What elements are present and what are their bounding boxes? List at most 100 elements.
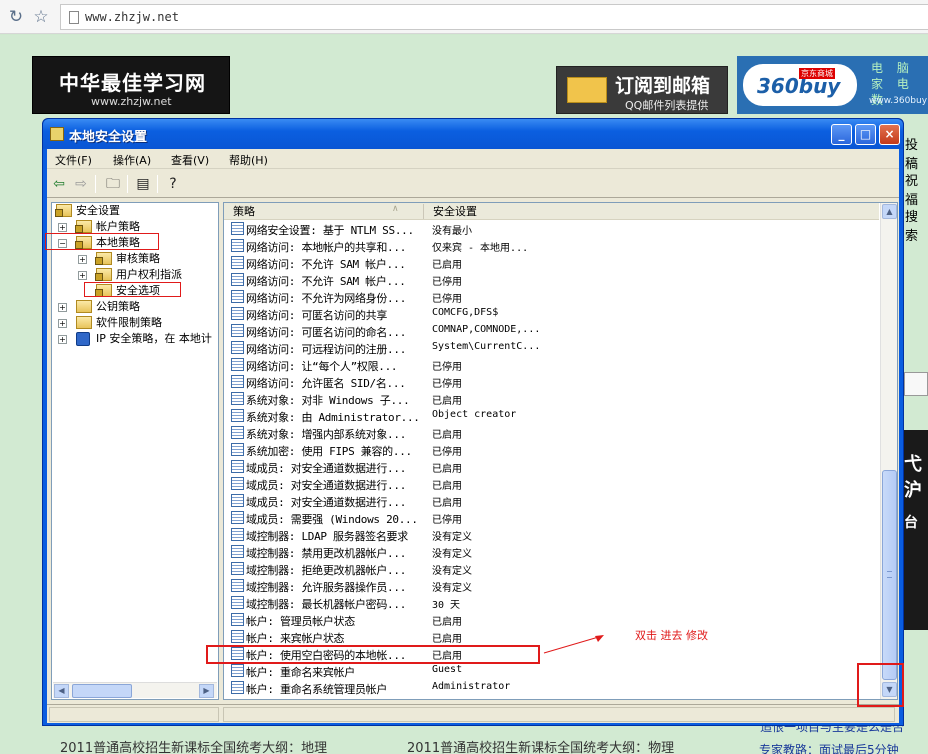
bookmark-star-icon[interactable]: ☆: [31, 7, 51, 27]
policy-name: 网络访问: 可匿名访问的命名...: [246, 326, 407, 339]
policy-name: 帐户: 管理员帐户状态: [246, 615, 355, 628]
menu-file[interactable]: 文件(F): [55, 152, 92, 168]
policy-name: 域控制器: 禁用更改机器帐户...: [246, 547, 407, 560]
policy-icon: [231, 273, 244, 286]
policy-icon: [231, 613, 244, 626]
policy-icon: [231, 256, 244, 269]
expand-icon[interactable]: +: [78, 271, 87, 280]
policy-icon: [231, 222, 244, 235]
policy-setting: Administrator: [432, 681, 511, 692]
policy-row[interactable]: 网络访问: 不允许 SAM 帐户... 已启用: [224, 254, 879, 271]
policy-row[interactable]: 网络访问: 可远程访问的注册... System\CurrentC...: [224, 339, 879, 356]
policy-row[interactable]: 网络访问: 不允许 SAM 帐户... 已停用: [224, 271, 879, 288]
expand-icon[interactable]: +: [58, 319, 67, 328]
policy-row[interactable]: 域成员: 需要强 (Windows 20... 已停用: [224, 509, 879, 526]
column-header-setting[interactable]: 安全设置: [424, 204, 879, 219]
expand-icon[interactable]: +: [58, 223, 67, 232]
minimize-button[interactable]: _: [831, 124, 852, 145]
scroll-thumb[interactable]: [72, 684, 132, 698]
policy-setting: 已启用: [432, 464, 462, 475]
expand-icon[interactable]: +: [58, 303, 67, 312]
reload-icon[interactable]: ↻: [6, 7, 26, 27]
policy-row[interactable]: 域控制器: LDAP 服务器签名要求 没有定义: [224, 526, 879, 543]
expand-icon[interactable]: +: [58, 335, 67, 344]
close-button[interactable]: ×: [879, 124, 900, 145]
side-input[interactable]: [904, 372, 928, 396]
policy-row[interactable]: 帐户: 管理员帐户状态 已启用: [224, 611, 879, 628]
policy-row[interactable]: 系统加密: 使用 FIPS 兼容的... 已停用: [224, 441, 879, 458]
policy-row[interactable]: 网络访问: 让“每个人”权限... 已停用: [224, 356, 879, 373]
scroll-up-icon[interactable]: ▲: [882, 204, 897, 219]
policy-row[interactable]: 系统对象: 增强内部系统对象... 已启用: [224, 424, 879, 441]
policy-icon: [231, 596, 244, 609]
policy-setting: 没有定义: [432, 549, 472, 560]
site-logo[interactable]: 中华最佳学习网 www.zhzjw.net: [32, 56, 230, 114]
scroll-right-icon[interactable]: ▶: [199, 684, 214, 698]
policy-name: 域控制器: 拒绝更改机器帐户...: [246, 564, 407, 577]
policy-row[interactable]: 域控制器: 最长机器帐户密码... 30 天: [224, 594, 879, 611]
tree-horizontal-scrollbar[interactable]: ◀ ▶: [53, 682, 217, 698]
policy-icon: [231, 681, 244, 694]
help-icon[interactable]: ?: [163, 174, 183, 194]
policy-row[interactable]: 网络安全设置: 基于 NTLM SS... 没有最小: [224, 220, 879, 237]
subscribe-email-banner[interactable]: 订阅到邮箱 QQ邮件列表提供: [556, 66, 728, 114]
policy-row[interactable]: 域控制器: 拒绝更改机器帐户... 没有定义: [224, 560, 879, 577]
side-link-submit[interactable]: 投稿: [905, 134, 928, 172]
policy-row[interactable]: 网络访问: 本地帐户的共享和... 仅来宾 - 本地用...: [224, 237, 879, 254]
policy-name: 网络访问: 允许匿名 SID/名...: [246, 377, 406, 390]
bottom-link-interview[interactable]: 专家教路：面试最后5分钟: [759, 741, 899, 754]
window-titlebar[interactable]: 本地安全设置 _ □ ×: [43, 119, 903, 149]
side-link-search[interactable]: 搜索: [905, 206, 928, 244]
policy-row[interactable]: 域控制器: 禁用更改机器帐户... 没有定义: [224, 543, 879, 560]
policy-row[interactable]: 网络访问: 不允许为网络身份... 已停用: [224, 288, 879, 305]
forward-arrow-icon[interactable]: ⇨: [71, 174, 91, 194]
policy-name: 系统对象: 对非 Windows 子...: [246, 394, 410, 407]
back-arrow-icon[interactable]: ⇦: [49, 174, 69, 194]
policy-row[interactable]: 域控制器: 允许服务器操作员... 没有定义: [224, 577, 879, 594]
folder-icon: [76, 316, 92, 329]
maximize-button[interactable]: □: [855, 124, 876, 145]
export-list-icon[interactable]: ▤: [133, 174, 153, 194]
scroll-thumb[interactable]: [882, 470, 897, 680]
address-bar[interactable]: www.zhzjw.net: [60, 4, 928, 30]
policy-row[interactable]: 网络访问: 可匿名访问的共享 COMCFG,DFS$: [224, 305, 879, 322]
policy-row[interactable]: 网络访问: 可匿名访问的命名... COMNAP,COMNODE,...: [224, 322, 879, 339]
ad-logo-tag: 京东商城: [799, 68, 835, 79]
subscribe-subtitle: QQ邮件列表提供: [625, 99, 709, 112]
policy-name: 域成员: 对安全通道数据进行...: [246, 496, 407, 509]
tree-label: 软件限制策略: [96, 316, 162, 329]
policy-name: 域成员: 对安全通道数据进行...: [246, 462, 407, 475]
folder-icon: [95, 252, 112, 265]
side-ad-image[interactable]: 弋沪 台: [902, 430, 928, 630]
policy-row[interactable]: 域成员: 对安全通道数据进行... 已启用: [224, 458, 879, 475]
policy-row[interactable]: 系统对象: 对非 Windows 子... 已启用: [224, 390, 879, 407]
bottom-link-geography[interactable]: 2011普通高校招生新课标全国统考大纲：地理: [60, 737, 327, 754]
scroll-left-icon[interactable]: ◀: [54, 684, 69, 698]
policy-icon: [231, 426, 244, 439]
browser-toolbar: ↻ ☆ www.zhzjw.net: [0, 0, 928, 34]
policy-icon: [231, 545, 244, 558]
policy-setting: 已停用: [432, 447, 462, 458]
expand-icon[interactable]: +: [78, 255, 87, 264]
menu-help[interactable]: 帮助(H): [229, 152, 268, 168]
policy-row[interactable]: 域成员: 对安全通道数据进行... 已启用: [224, 475, 879, 492]
side-link-wishes[interactable]: 祝福: [905, 170, 928, 208]
policy-row[interactable]: 域成员: 对安全通道数据进行... 已启用: [224, 492, 879, 509]
up-folder-icon[interactable]: 🗀: [103, 174, 123, 194]
policy-row[interactable]: 帐户: 重命名来宾帐户 Guest: [224, 662, 879, 679]
policy-row[interactable]: 帐户: 重命名系统管理员帐户 Administrator: [224, 679, 879, 696]
policy-name: 网络访问: 让“每个人”权限...: [246, 360, 398, 373]
menu-action[interactable]: 操作(A): [113, 152, 151, 168]
jd-ad-banner[interactable]: 360buy 京东商城 电 脑 家 电 数 www.360buy: [737, 56, 928, 114]
policy-row[interactable]: 网络访问: 允许匿名 SID/名... 已停用: [224, 373, 879, 390]
bottom-link-physics[interactable]: 2011普通高校招生新课标全国统考大纲：物理: [407, 737, 674, 754]
folder-icon: [76, 300, 92, 313]
window-client-area: 文件(F) 操作(A) 查看(V) 帮助(H) ⇦ ⇨ 🗀 ▤ ? 安全设置 +: [47, 149, 899, 723]
highlight-blank-password-row: [206, 645, 540, 664]
column-header-policy-label: 策略: [233, 205, 255, 218]
policy-row[interactable]: 系统对象: 由 Administrator... Object creator: [224, 407, 879, 424]
policy-name: 网络访问: 本地帐户的共享和...: [246, 241, 407, 254]
list-vertical-scrollbar[interactable]: ▲ ▼: [880, 203, 897, 699]
menu-view[interactable]: 查看(V): [171, 152, 209, 168]
ad-url: www.360buy: [869, 96, 928, 106]
